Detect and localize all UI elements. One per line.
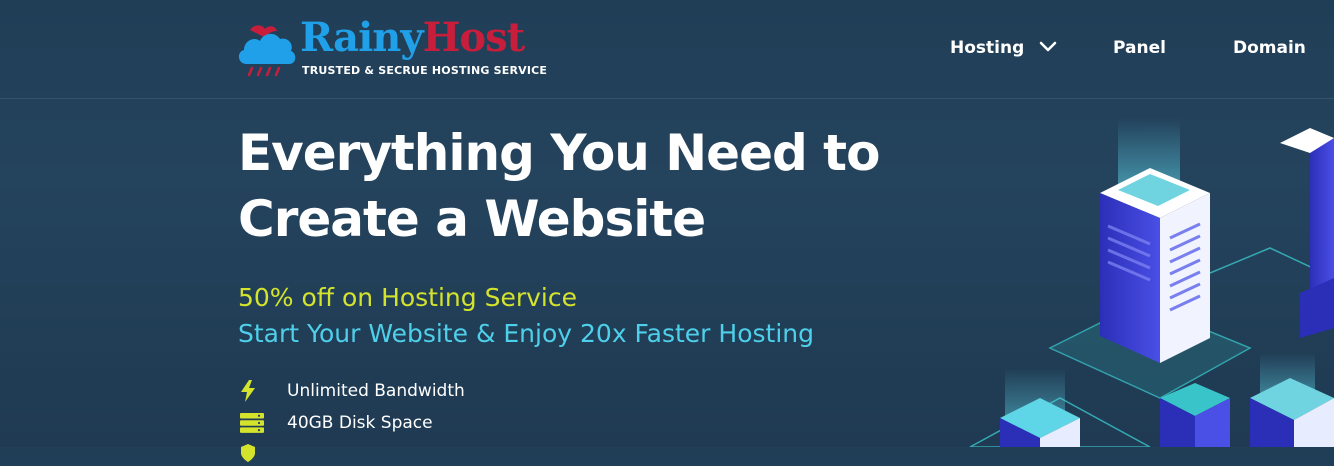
hero-tagline: Start Your Website & Enjoy 20x Faster Ho… <box>238 319 814 348</box>
feature-item: Unlimited Bandwidth <box>240 378 465 404</box>
offer-text: 50% off on Hosting Service <box>238 283 577 312</box>
nav-item-hosting[interactable]: Hosting <box>950 38 1024 58</box>
feature-label: 40GB Disk Space <box>287 413 433 433</box>
brand-name-part2: Host <box>422 14 525 61</box>
server-illustration <box>969 118 1334 447</box>
brand-name: RainyHost <box>300 14 525 61</box>
brand-name-part1: Rainy <box>300 14 424 61</box>
feature-item <box>240 440 287 466</box>
site-logo[interactable]: RainyHost TRUSTED & SECRUE HOSTING SERVI… <box>236 14 556 82</box>
rain-cloud-logo-icon <box>238 25 296 77</box>
bolt-icon <box>240 379 268 403</box>
shield-icon <box>240 441 268 465</box>
server-cube-right <box>1250 353 1334 447</box>
nav-item-domain[interactable]: Domain <box>1233 38 1306 58</box>
brand-tagline: TRUSTED & SECRUE HOSTING SERVICE <box>302 64 548 77</box>
server-tower-right <box>1280 128 1334 338</box>
server-tower <box>1100 168 1210 363</box>
chevron-down-icon[interactable] <box>1038 40 1058 54</box>
feature-label: Unlimited Bandwidth <box>287 381 465 401</box>
feature-item: 40GB Disk Space <box>240 410 433 436</box>
hero-title-line1: Everything You Need to <box>238 124 880 182</box>
server-cube-left <box>1000 368 1080 447</box>
site-header: RainyHost TRUSTED & SECRUE HOSTING SERVI… <box>0 0 1334 99</box>
hero-title-line2: Create a Website <box>238 190 706 248</box>
hero-title: Everything You Need to Create a Website <box>238 120 938 252</box>
nav-item-panel[interactable]: Panel <box>1113 38 1166 58</box>
server-icon <box>240 411 268 435</box>
